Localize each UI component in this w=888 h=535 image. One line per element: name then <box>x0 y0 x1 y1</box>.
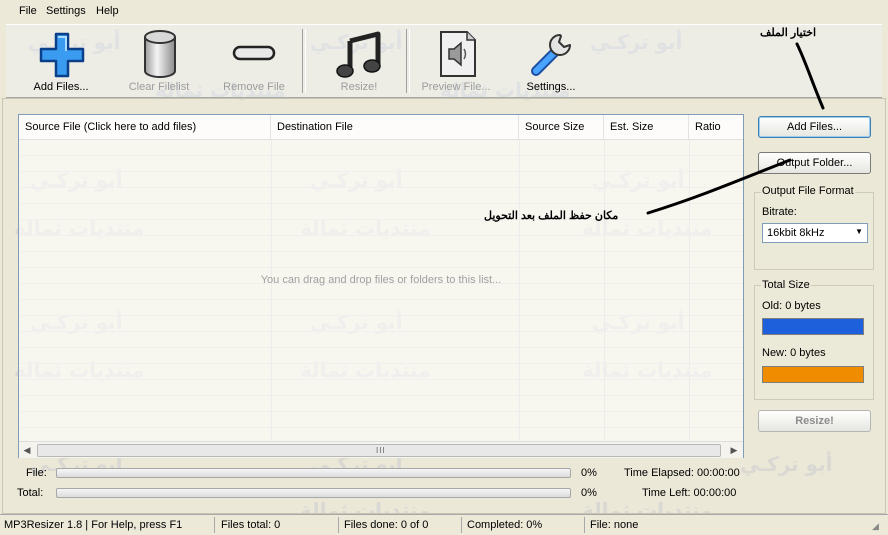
annotation-choose-file: اختيار الملف <box>760 27 817 39</box>
annotation-arrows <box>646 42 825 215</box>
annotation-save-location: مكان حفظ الملف بعد التحويل <box>484 210 619 222</box>
